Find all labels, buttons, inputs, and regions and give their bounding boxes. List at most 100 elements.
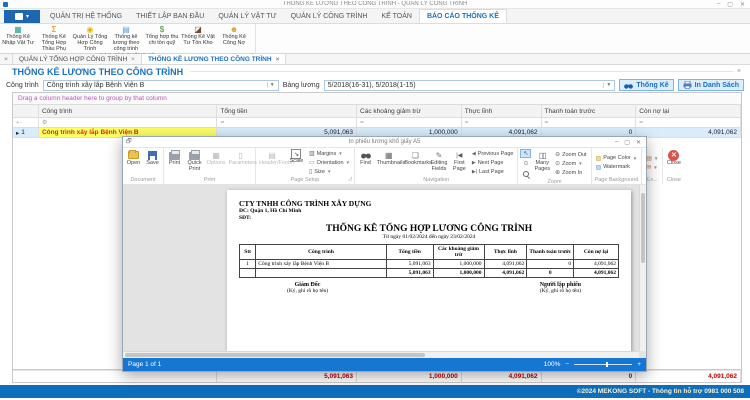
preview-page: CTY TNHH CÔNG TRÌNH XÂY DỰNG ĐC: Quận 1,… [227,190,631,358]
zoom-out-button[interactable]: ⊖Zoom Out [553,151,588,159]
scrollbar-thumb[interactable] [641,193,645,263]
filter-cell[interactable]: = [357,118,462,128]
tab-quan-ly-cong-trinh[interactable]: QUẢN LÝ CÔNG TRÌNH [284,9,375,23]
close-icon[interactable]: ✕ [740,1,745,8]
column-header-thanh-toan-truoc[interactable]: Thanh toán trước [542,105,637,118]
maximize-icon[interactable]: ▢ [727,1,733,8]
tab-ke-toan[interactable]: KẾ TOÁN [374,9,418,23]
send-email-button[interactable]: ✉▼ [644,163,660,171]
zoom-button[interactable]: ⊙Zoom▼ [553,160,588,168]
ribbon-button-thong-ke-cong-no[interactable]: ☻ Thống Kê Công Nợ [216,24,252,52]
pointer-tool-button[interactable]: ↖ [520,149,531,158]
column-header-thuc-linh[interactable]: Thực lĩnh [462,105,542,118]
zoom-out-icon[interactable]: − [565,361,569,368]
ribbon-button-thong-ke-luong[interactable]: ▤ Thống kê lương theo công trình [108,24,144,52]
horizontal-scrollbar[interactable] [123,351,639,358]
open-button[interactable]: Open [125,149,142,176]
toolbar-group-document: Open Save Document [123,148,164,184]
many-pages-button[interactable]: ▯▯Many Pages [533,149,551,178]
sigma-icon: Σ [52,25,57,34]
dialog-titlebar[interactable]: 🗗 In phiếu lương khổ giấy A5 – ▢ ✕ [123,137,646,148]
print-list-button[interactable]: In Danh Sách [678,79,744,91]
filter-cell[interactable]: = [542,118,637,128]
first-page-button[interactable]: |◀First Page [451,149,468,176]
zoom-in-button[interactable]: ⊕Zoom In [553,169,588,177]
doc-tab-quan-ly-tong-hop[interactable]: QUẢN LÝ TỔNG HỢP CÔNG TRÌNH× [13,54,142,64]
filter-cell-project[interactable]: ⚙ [39,118,218,128]
statistics-button[interactable]: Thống Kê [619,79,673,91]
last-page-icon: ▶| [472,169,477,175]
editing-fields-button[interactable]: ✎Editing Fields [429,149,449,176]
panel-header: THỐNG KÊ LƯƠNG THEO CÔNG TRÌNH × [0,65,750,78]
scrollbar-thumb[interactable] [125,353,425,357]
filter-cell[interactable]: = [636,118,741,128]
close-icon[interactable]: × [131,56,135,63]
close-preview-button[interactable]: ✕Close [665,149,682,176]
toolbar-group-export: ▤▼ ✉▼ Ex... [642,148,663,184]
thumbnails-button[interactable]: ▦Thumbnails [376,149,402,176]
printer-icon [189,152,200,160]
maximize-icon[interactable]: ▢ [624,139,630,146]
zoom-out-icon: ⊖ [555,151,560,158]
save-button[interactable]: Save [144,149,161,176]
close-icon[interactable]: ✕ [636,139,641,146]
report-table-icon: ▦ [14,25,22,34]
close-tab-icon[interactable]: × [0,54,13,64]
column-header-giam-tru[interactable]: Các khoảng giảm trừ [357,105,462,118]
lightbulb-icon: ◉ [87,25,94,34]
size-button[interactable]: ▯Size▼ [307,168,352,176]
bookmarks-button[interactable]: ❏Bookmarks [404,149,428,176]
zoom-slider-thumb[interactable] [606,362,608,367]
printer-icon [683,81,692,89]
tab-thiet-lap-ban-dau[interactable]: THIẾT LẬP BAN ĐẦU [129,9,211,23]
export-document-button[interactable]: ▤▼ [644,154,660,162]
project-combobox[interactable]: Công trình xây lắp Bệnh Viện B ▼ [43,80,279,91]
close-icon[interactable]: × [276,56,280,63]
zoom-in-icon[interactable]: + [637,361,641,368]
tab-quan-ly-vat-tu[interactable]: QUẢN LÝ VẬT TƯ [211,9,283,23]
ribbon-button-quan-ly-tong-hop[interactable]: ◉ Quản Lý Tổng Hợp Công Trình [72,24,108,52]
ribbon-button-tong-hop-thu-chi[interactable]: $ Tổng hợp thu chi tồn quỹ [144,24,180,52]
payroll-combobox[interactable]: 5/2018(16-31), 5/2018(1-15) ▼ [324,80,616,91]
ribbon-button-thong-ke-nhap-vat-tu[interactable]: ▦ Thống Kê Nhập Vật Tư [0,24,36,52]
chevron-down-icon: ▼ [327,169,331,174]
print-button[interactable]: Print [166,149,183,176]
dialog-title: In phiếu lương khổ giấy A5 [183,139,586,145]
doc-table-row: 1 Công trình xây lắp Bệnh Viện B 5,091,0… [240,260,619,269]
orientation-button[interactable]: ▭Orientation▼ [307,159,352,167]
column-header-con-no-lai[interactable]: Còn nợ lại [636,105,741,118]
ribbon-button-thong-ke-thau-phu[interactable]: Σ Thống Kê Tổng Hợp Thầu Phụ [36,24,72,52]
last-page-button[interactable]: ▶|Last Page [470,168,516,176]
vertical-scrollbar[interactable] [639,185,646,351]
toolbar-group-close: ✕Close Close [663,148,684,184]
page-color-button[interactable]: ▧Page Color▼ [594,154,640,162]
column-header-tong-tien[interactable]: Tổng tiền [217,105,357,118]
quick-print-button[interactable]: Quick Print [185,149,204,176]
column-header-cong-trinh[interactable]: Công trình [39,105,218,118]
group-launcher-icon[interactable]: ◿ [348,176,352,183]
previous-page-button[interactable]: ◀Previous Page [470,150,516,158]
filter-cell[interactable]: = [217,118,357,128]
hand-tool-button[interactable]: ⊙ [520,159,531,168]
chevron-down-icon: ▼ [603,82,611,88]
margins-button[interactable]: ▥Margins▼ [307,150,352,158]
zoom-slider[interactable] [574,364,632,365]
tab-quan-tri-he-thong[interactable]: QUẢN TRỊ HỆ THỐNG [43,9,129,23]
grid-group-panel[interactable]: Drag a column header here to group by th… [13,93,741,105]
find-button[interactable]: Find [357,149,374,176]
ribbon-body: ▦ Thống Kê Nhập Vật Tư Σ Thống Kê Tổng H… [0,24,750,54]
filter-cell[interactable]: = [462,118,542,128]
minimize-icon[interactable]: – [615,139,618,146]
tab-bao-cao-thong-ke[interactable]: BÁO CÁO THỐNG KÊ [419,9,507,23]
watermark-icon: ▨ [596,164,602,171]
document-icon: ▤ [122,25,130,34]
minimize-icon[interactable]: – [717,1,720,8]
app-menu-button[interactable]: ▾ [4,10,40,23]
watermark-button[interactable]: ▨Watermark [594,163,640,171]
row-expand-indicator[interactable]: ▸1 [13,128,39,138]
magnifier-tool-button[interactable] [520,169,531,178]
next-page-button[interactable]: ▶Next Page [470,159,516,167]
panel-close-icon[interactable]: × [733,68,745,75]
doc-tab-thong-ke-luong[interactable]: THỐNG KÊ LƯƠNG THEO CÔNG TRÌNH× [142,54,286,64]
ribbon-button-thong-ke-ton-kho[interactable]: ◪ Thống Kê Vật Tư Tồn Kho [180,24,216,52]
